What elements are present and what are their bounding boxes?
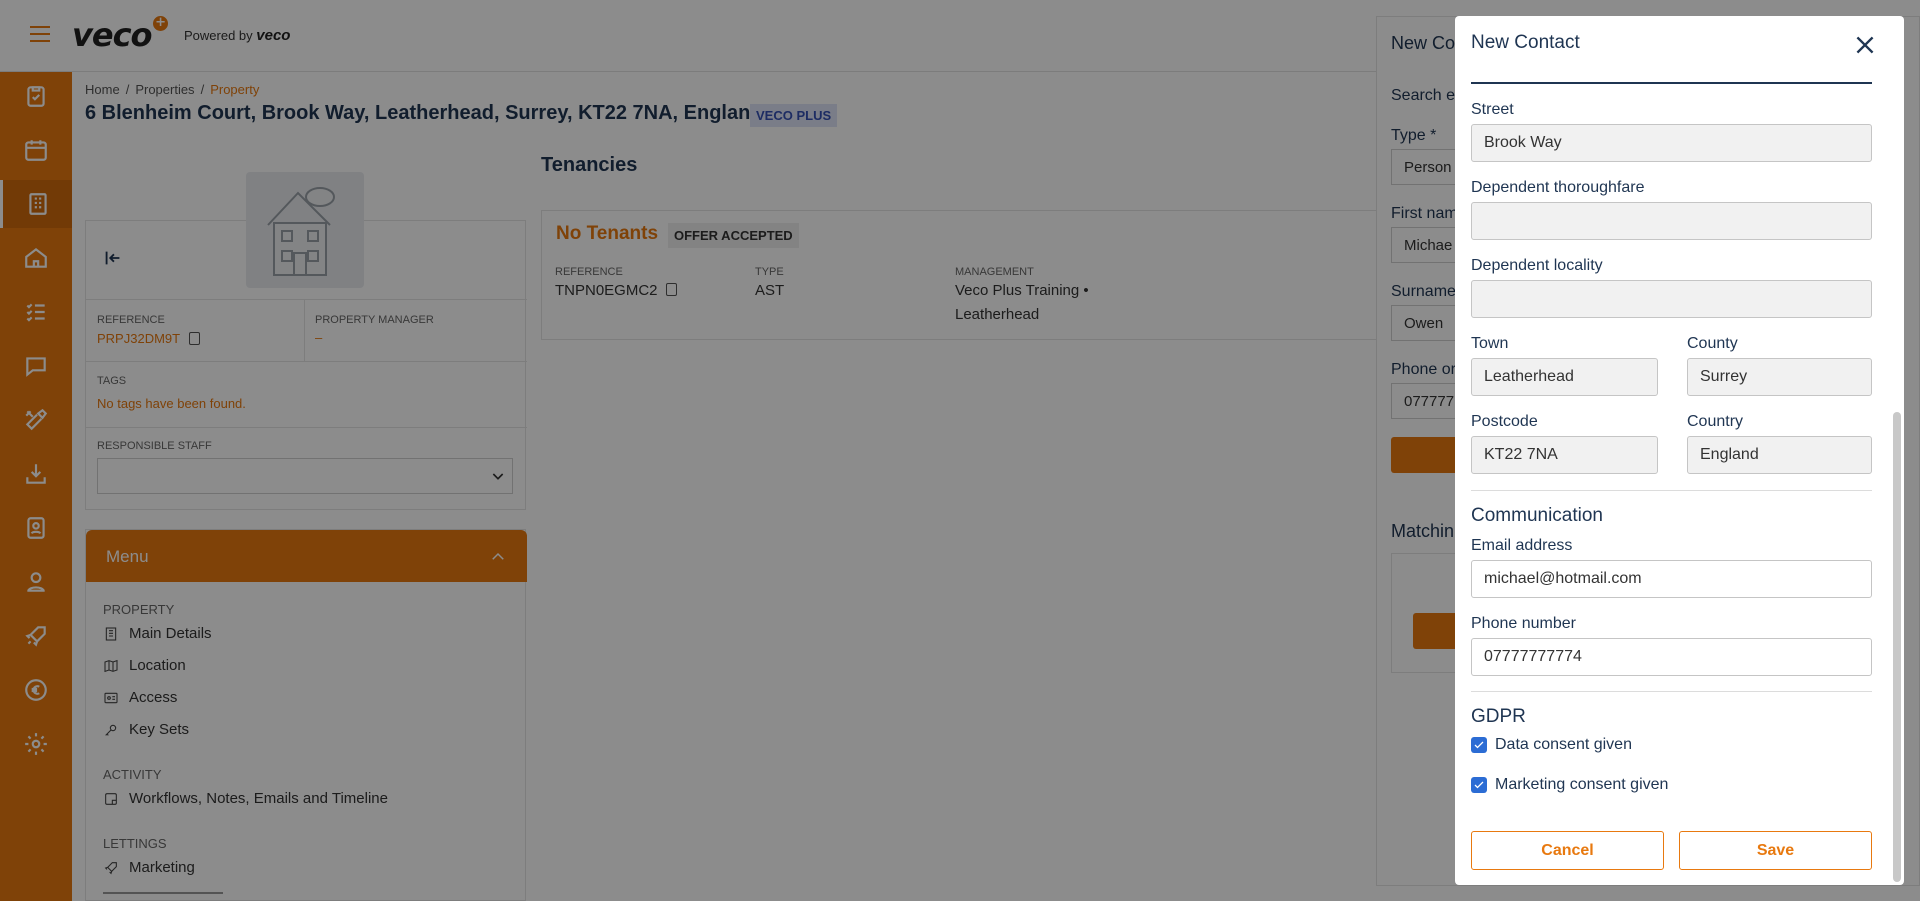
modal-title: New Contact <box>1471 32 1580 53</box>
dependent-thoroughfare-label: Dependent thoroughfare <box>1471 179 1645 196</box>
section-divider <box>1471 490 1872 491</box>
title-divider <box>1471 82 1872 84</box>
email-input[interactable] <box>1471 560 1872 598</box>
checkbox-checked-icon <box>1471 737 1487 753</box>
save-button[interactable]: Save <box>1679 831 1872 870</box>
country-label: Country <box>1687 413 1744 430</box>
county-label: County <box>1687 335 1738 352</box>
modal-scrollbar[interactable] <box>1893 412 1901 882</box>
county-input[interactable] <box>1687 358 1872 396</box>
cancel-button[interactable]: Cancel <box>1471 831 1664 870</box>
postcode-label: Postcode <box>1471 413 1538 430</box>
data-consent-checkbox[interactable]: Data consent given <box>1471 736 1632 754</box>
dependent-locality-input[interactable] <box>1471 280 1872 318</box>
checkbox-checked-icon <box>1471 777 1487 793</box>
email-label: Email address <box>1471 537 1573 554</box>
country-input[interactable] <box>1687 436 1872 474</box>
street-input[interactable] <box>1471 124 1872 162</box>
town-input[interactable] <box>1471 358 1658 396</box>
town-label: Town <box>1471 335 1509 352</box>
street-label: Street <box>1471 101 1514 118</box>
gdpr-heading: GDPR <box>1471 706 1526 727</box>
close-icon <box>1856 36 1874 54</box>
new-contact-modal: New Contact Street Dependent thoroughfar… <box>1455 16 1904 885</box>
postcode-input[interactable] <box>1471 436 1658 474</box>
phone-input[interactable] <box>1471 638 1872 676</box>
dependent-thoroughfare-input[interactable] <box>1471 202 1872 240</box>
dependent-locality-label: Dependent locality <box>1471 257 1603 274</box>
phone-label: Phone number <box>1471 615 1576 632</box>
section-divider <box>1471 691 1872 692</box>
marketing-consent-checkbox[interactable]: Marketing consent given <box>1471 776 1668 794</box>
communication-heading: Communication <box>1471 505 1603 526</box>
close-button[interactable] <box>1852 32 1880 60</box>
